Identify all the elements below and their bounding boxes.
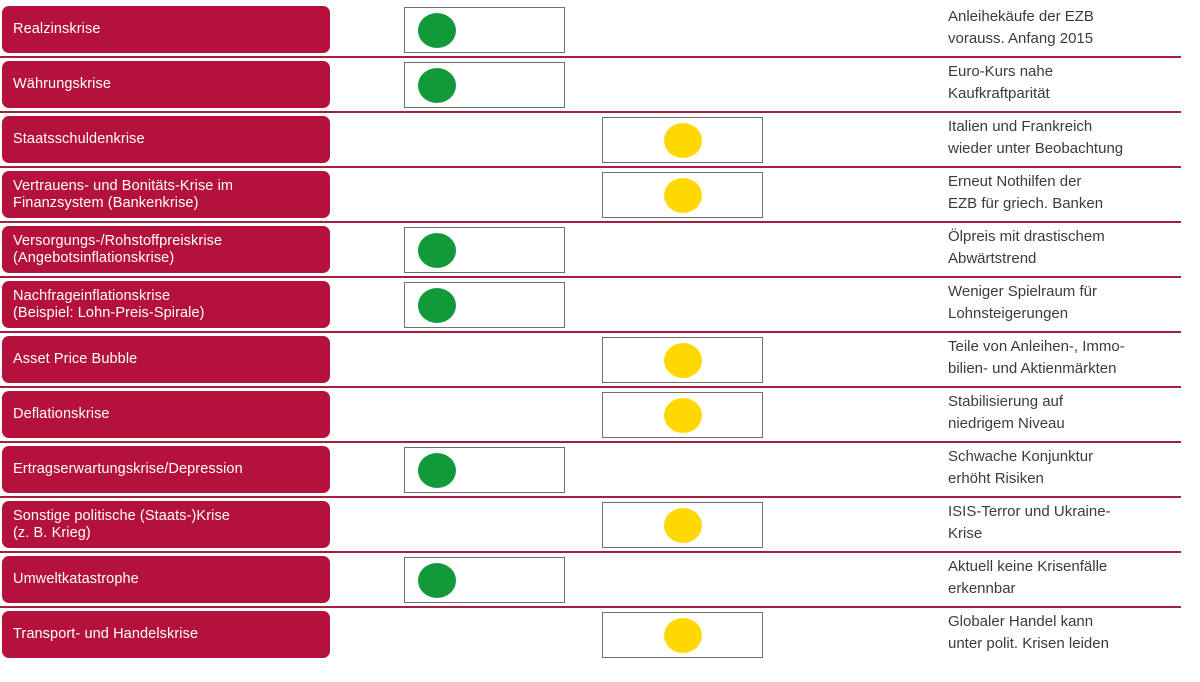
green-traffic-light-icon	[418, 232, 456, 268]
crisis-label-pill[interactable]: Realzinskrise	[2, 6, 330, 53]
crisis-name: Transport- und Handelskrise	[13, 626, 199, 642]
crisis-label-pill[interactable]: Transport- und Handelskrise	[2, 611, 330, 658]
crisis-name: Währungskrise	[13, 76, 111, 92]
crisis-row: Ertragserwartungskrise/Depression Schwach…	[0, 440, 1200, 495]
crisis-comment: Stabilisierung auf niedrigem Niveau	[948, 393, 1065, 432]
yellow-traffic-light-icon	[663, 507, 702, 543]
green-traffic-light-icon	[418, 452, 456, 488]
crisis-name: Realzinskrise	[13, 21, 101, 37]
crisis-row: Transport- und Handelskrise Globaler Hand…	[0, 605, 1200, 660]
crisis-row: Nachfrageinflationskrise (Beispiel: Lohn…	[0, 275, 1200, 330]
status-indicator-box[interactable]	[602, 337, 763, 383]
crisis-comment: Aktuell keine Krisenfälle erkennbar	[948, 558, 1108, 597]
crisis-comment: Ölpreis mit drastischem Abwärtstrend	[948, 228, 1105, 267]
status-indicator-box[interactable]	[404, 62, 565, 108]
crisis-row: Sonstige politische (Staats-)Krise (z. B…	[0, 495, 1200, 550]
crisis-comment: Globaler Handel kann unter polit. Krisen…	[948, 613, 1109, 652]
crisis-name: Ertragserwartungskrise/Depression	[13, 461, 243, 477]
crisis-name: Nachfrageinflationskrise (Beispiel: Lohn…	[13, 287, 205, 321]
status-indicator-box[interactable]	[602, 117, 763, 163]
yellow-traffic-light-icon	[663, 122, 702, 158]
crisis-comment: Weniger Spielraum für Lohnsteigerungen	[948, 283, 1097, 322]
crisis-row: Versorgungs-/Rohstoffpreiskrise (Angebot…	[0, 220, 1200, 275]
status-indicator-box[interactable]	[404, 227, 565, 273]
yellow-traffic-light-icon	[663, 177, 702, 213]
crisis-label-pill[interactable]: Staatsschuldenkrise	[2, 116, 330, 163]
crisis-name: Staatsschuldenkrise	[13, 131, 145, 147]
crisis-name: Sonstige politische (Staats-)Krise (z. B…	[13, 507, 230, 541]
yellow-traffic-light-icon	[663, 617, 702, 653]
crisis-row: Asset Price Bubble Teile von Anleihen-, I…	[0, 330, 1200, 385]
crisis-name: Deflationskrise	[13, 406, 110, 422]
status-indicator-box[interactable]	[404, 282, 565, 328]
crisis-label-pill[interactable]: Versorgungs-/Rohstoffpreiskrise (Angebot…	[2, 226, 330, 273]
crisis-name: Umweltkatastrophe	[13, 571, 139, 587]
crisis-name: Asset Price Bubble	[13, 351, 138, 367]
green-traffic-light-icon	[418, 12, 456, 48]
crisis-comment: ISIS-Terror und Ukraine- Krise	[948, 503, 1111, 542]
green-traffic-light-icon	[418, 562, 456, 598]
crisis-row: Umweltkatastrophe Aktuell keine Krisenfäl…	[0, 550, 1200, 605]
crisis-comment: Teile von Anleihen-, Immo- bilien- und A…	[948, 338, 1125, 377]
crisis-label-pill[interactable]: Nachfrageinflationskrise (Beispiel: Lohn…	[2, 281, 330, 328]
crisis-comment: Italien und Frankreich wieder unter Beob…	[948, 118, 1124, 157]
status-indicator-box[interactable]	[602, 172, 763, 218]
crisis-label-pill[interactable]: Sonstige politische (Staats-)Krise (z. B…	[2, 501, 330, 548]
green-traffic-light-icon	[418, 287, 456, 323]
status-indicator-box[interactable]	[404, 557, 565, 603]
crisis-label-pill[interactable]: Vertrauens- und Bonitäts-Krise im Finanz…	[2, 171, 330, 218]
crisis-label-pill[interactable]: Deflationskrise	[2, 391, 330, 438]
yellow-traffic-light-icon	[663, 397, 702, 433]
crisis-row: Staatsschuldenkrise Italien und Frankreic…	[0, 110, 1200, 165]
crisis-comment: Erneut Nothilfen der EZB für griech. Ban…	[948, 173, 1104, 212]
crisis-comment: Anleihekäufe der EZB vorauss. Anfang 201…	[948, 8, 1094, 47]
crisis-row: Realzinskrise Anleihekäufe der EZB voraus…	[0, 0, 1200, 55]
green-traffic-light-icon	[418, 67, 456, 103]
status-indicator-box[interactable]	[404, 7, 565, 53]
crisis-label-pill[interactable]: Asset Price Bubble	[2, 336, 330, 383]
crisis-name: Versorgungs-/Rohstoffpreiskrise (Angebot…	[13, 232, 223, 266]
yellow-traffic-light-icon	[663, 342, 702, 378]
status-indicator-box[interactable]	[602, 612, 763, 658]
crisis-label-pill[interactable]: Umweltkatastrophe	[2, 556, 330, 603]
status-indicator-box[interactable]	[602, 502, 763, 548]
status-indicator-box[interactable]	[602, 392, 763, 438]
crisis-label-pill[interactable]: Währungskrise	[2, 61, 330, 108]
crisis-radar-board: Realzinskrise Anleihekäufe der EZB voraus…	[0, 0, 1200, 682]
crisis-name: Vertrauens- und Bonitäts-Krise im Finanz…	[13, 177, 234, 211]
crisis-row: Vertrauens- und Bonitäts-Krise im Finanz…	[0, 165, 1200, 220]
crisis-comment: Euro-Kurs nahe Kaufkraftparität	[948, 63, 1054, 102]
crisis-comment: Schwache Konjunktur erhöht Risiken	[948, 448, 1094, 487]
crisis-label-pill[interactable]: Ertragserwartungskrise/Depression	[2, 446, 330, 493]
crisis-row: Deflationskrise Stabilisierung auf niedri…	[0, 385, 1200, 440]
status-indicator-box[interactable]	[404, 447, 565, 493]
crisis-row: Währungskrise Euro-Kurs nahe Kaufkraftpar…	[0, 55, 1200, 110]
